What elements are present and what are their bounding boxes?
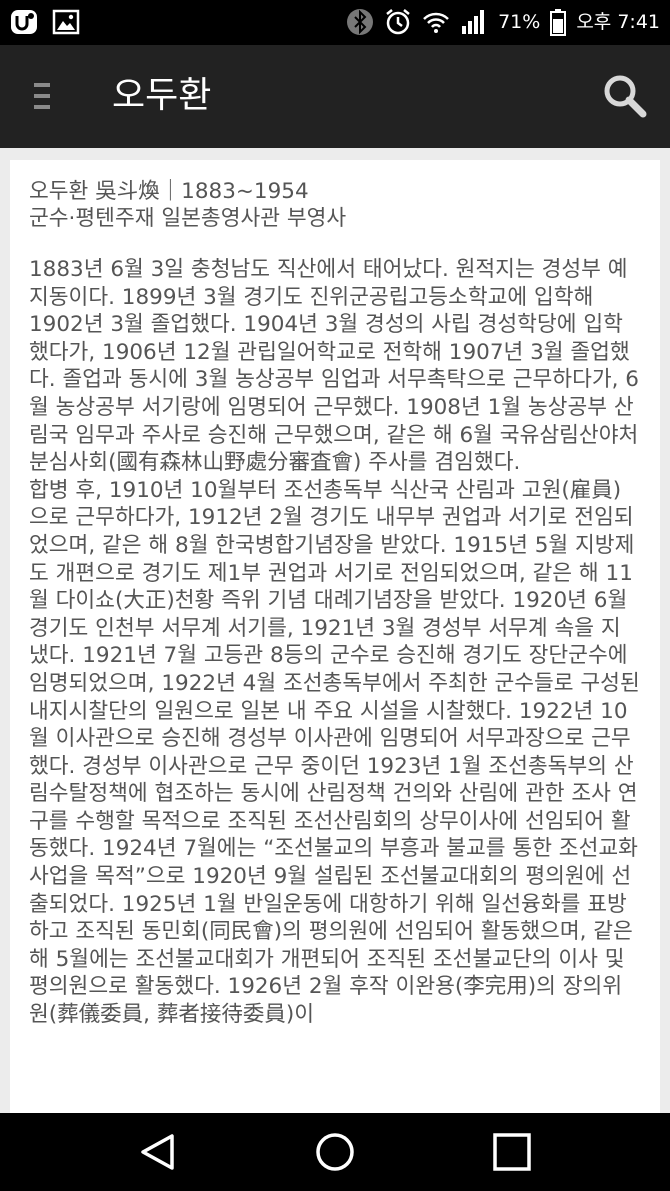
app-bar: 오두환 [0, 45, 670, 148]
wifi-icon [422, 8, 450, 36]
menu-icon[interactable] [30, 80, 62, 112]
article-heading: 오두환 吳斗煥｜1883~1954 [29, 179, 309, 204]
alarm-icon [384, 8, 412, 36]
gallery-icon [52, 8, 80, 36]
back-icon[interactable] [138, 1132, 178, 1172]
status-bar: 71% 오후 7:41 [0, 0, 670, 45]
signal-icon [460, 8, 488, 36]
article-paragraph: 1883년 6월 3일 충청남도 직산에서 태어났다. 원적지는 경성부 예지동… [29, 257, 639, 476]
clock: 오후 7:41 [576, 11, 660, 33]
home-icon[interactable] [315, 1132, 355, 1172]
article-subheading: 군수·평텐주재 일본총영사관 부영사 [29, 206, 347, 231]
page-title: 오두환 [112, 75, 212, 116]
bluetooth-icon [346, 8, 374, 36]
recents-icon[interactable] [492, 1132, 532, 1172]
search-icon[interactable] [602, 73, 648, 119]
article-paragraph: 합병 후, 1910년 10월부터 조선총독부 식산국 산림과 고원(雇員)으로… [29, 477, 640, 1028]
app-notification-icon [10, 8, 38, 36]
battery-icon [550, 8, 567, 36]
battery-percent: 71% [498, 11, 541, 33]
navigation-bar [0, 1113, 670, 1191]
article-card[interactable]: 오두환 吳斗煥｜1883~1954 군수·평텐주재 일본총영사관 부영사 188… [10, 160, 660, 1113]
